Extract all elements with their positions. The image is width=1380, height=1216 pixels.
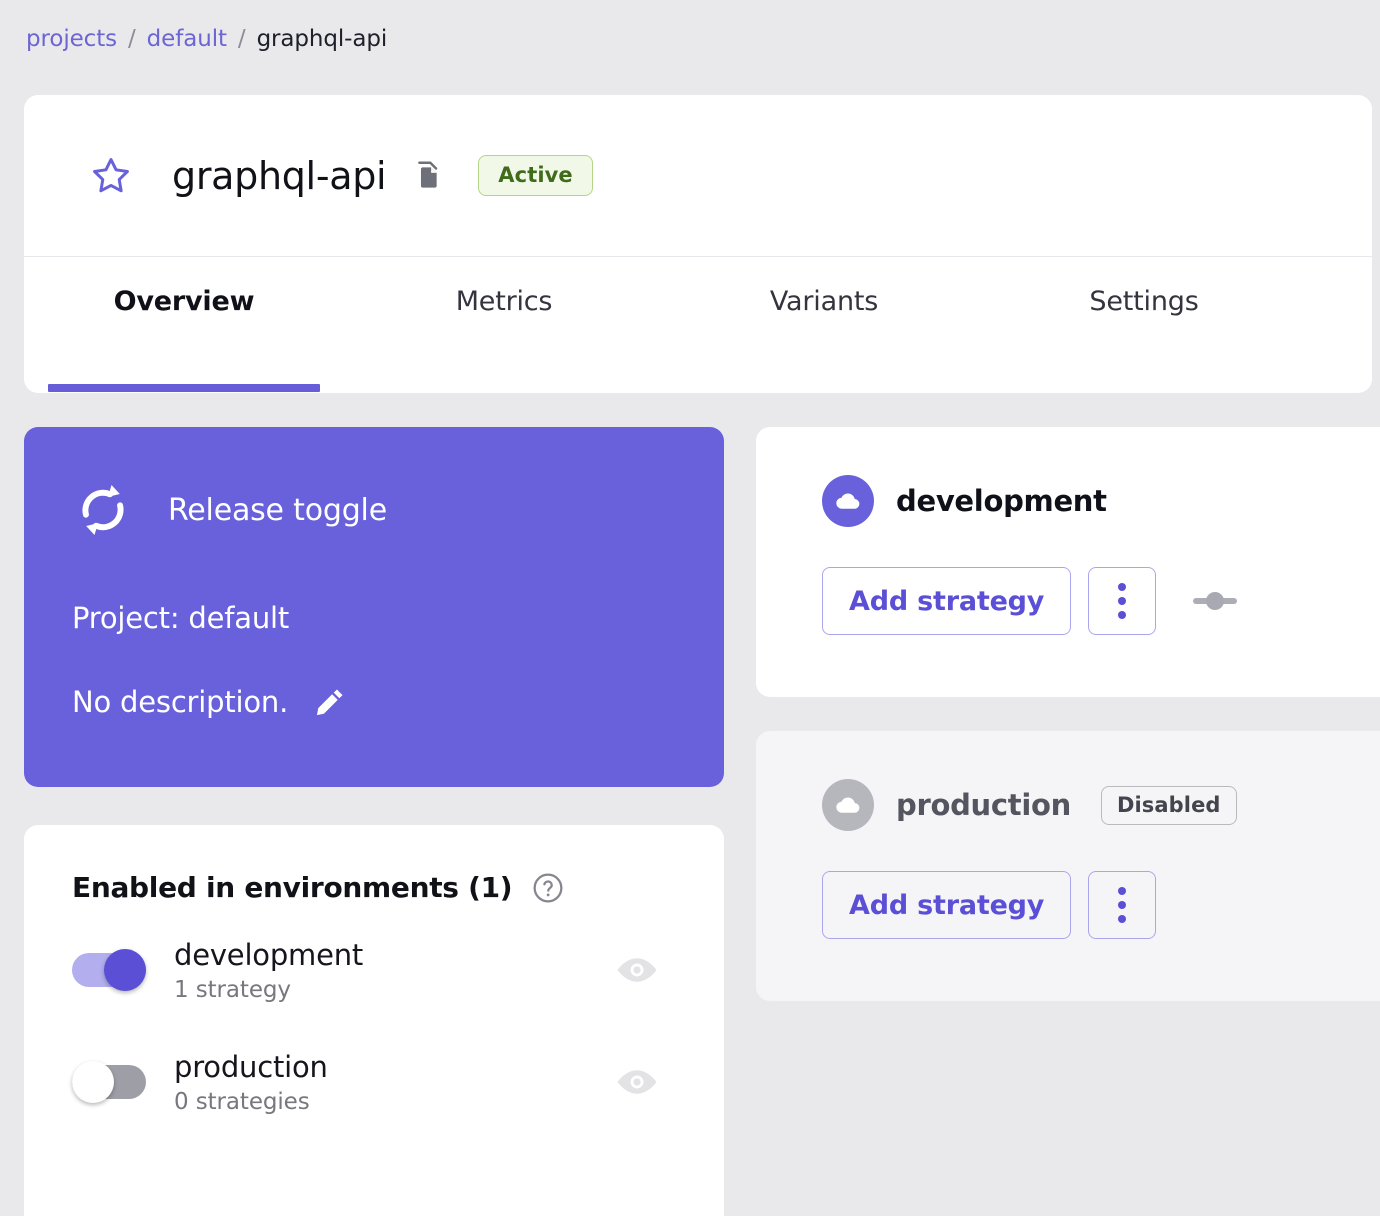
cloud-icon (822, 779, 874, 831)
environment-card-header: development (822, 475, 1380, 527)
dot (1118, 597, 1127, 605)
environment-card-title: development (896, 484, 1107, 518)
environment-switch-production[interactable] (72, 1061, 146, 1103)
add-strategy-button[interactable]: Add strategy (822, 567, 1072, 635)
environment-toggle-row-development: development 1 strategy (72, 924, 676, 1016)
enabled-in-environments-card: Enabled in environments (1) development … (24, 825, 724, 1216)
disabled-badge: Disabled (1100, 785, 1237, 825)
tab-overview[interactable]: Overview (24, 257, 344, 392)
breadcrumb-separator: / (237, 26, 246, 52)
enabled-in-environments-title: Enabled in environments (1) (72, 871, 513, 904)
add-strategy-button[interactable]: Add strategy (822, 871, 1072, 939)
environment-toggle-row-production: production 0 strategies (72, 1036, 676, 1128)
pencil-icon[interactable] (314, 686, 346, 718)
dot (1118, 583, 1127, 591)
question-mark-circle-icon[interactable] (532, 872, 564, 904)
breadcrumb-current-graphql-api: graphql-api (256, 26, 388, 52)
page-title: graphql-api (172, 153, 387, 198)
copy-icon[interactable] (414, 161, 442, 191)
release-toggle-card: Release toggle Project: default No descr… (24, 427, 724, 787)
breadcrumb-separator: / (128, 26, 136, 52)
sync-loop-icon (82, 484, 124, 536)
star-outline-icon[interactable] (90, 155, 132, 197)
feature-header-card: graphql-api Active Overview Metrics Vari… (24, 95, 1372, 393)
environment-card-development: development Add strategy (756, 427, 1380, 697)
more-vertical-icon[interactable] (1088, 567, 1157, 635)
release-toggle-description-row: No description. (72, 685, 676, 719)
enabled-in-environments-header: Enabled in environments (1) (72, 871, 676, 904)
tab-settings[interactable]: Settings (984, 257, 1304, 392)
dot (1118, 887, 1127, 895)
eye-icon[interactable] (616, 955, 658, 985)
environment-card-header: production Disabled (822, 779, 1380, 831)
dot (1118, 901, 1127, 909)
environment-card-production: production Disabled Add strategy (756, 731, 1380, 1001)
release-toggle-project-label: Project: default (72, 601, 290, 635)
release-toggle-type-row: Release toggle (72, 479, 676, 541)
environment-row-text: production 0 strategies (174, 1049, 616, 1115)
more-vertical-icon[interactable] (1088, 871, 1157, 939)
tab-variants[interactable]: Variants (664, 257, 984, 392)
feature-title-row: graphql-api Active (24, 95, 1372, 257)
feature-tabs: Overview Metrics Variants Settings (24, 257, 1372, 392)
environment-card-title: production (896, 788, 1071, 822)
breadcrumb: projects / default / graphql-api (26, 26, 387, 52)
release-toggle-description: No description. (72, 685, 289, 719)
environment-strategy-count: 0 strategies (174, 1089, 310, 1116)
release-toggle-type-label: Release toggle (168, 492, 387, 528)
cloud-icon (822, 475, 874, 527)
breadcrumb-link-default[interactable]: default (147, 26, 227, 52)
environment-name: production (174, 1049, 328, 1084)
eye-icon[interactable] (616, 1067, 658, 1097)
breadcrumb-link-projects[interactable]: projects (26, 26, 117, 52)
dot (1118, 611, 1127, 619)
environment-switch-development[interactable] (72, 949, 146, 991)
environment-card-actions: Add strategy (822, 871, 1380, 939)
switch-knob (72, 1061, 114, 1103)
environment-strategy-count: 1 strategy (174, 977, 291, 1004)
environment-name: development (174, 937, 364, 972)
environment-row-text: development 1 strategy (174, 937, 616, 1003)
environment-card-actions: Add strategy (822, 567, 1380, 635)
drag-handle-icon[interactable] (1191, 589, 1239, 613)
dot (1118, 915, 1127, 923)
switch-knob (104, 949, 146, 991)
tab-metrics[interactable]: Metrics (344, 257, 664, 392)
status-badge: Active (478, 155, 593, 196)
